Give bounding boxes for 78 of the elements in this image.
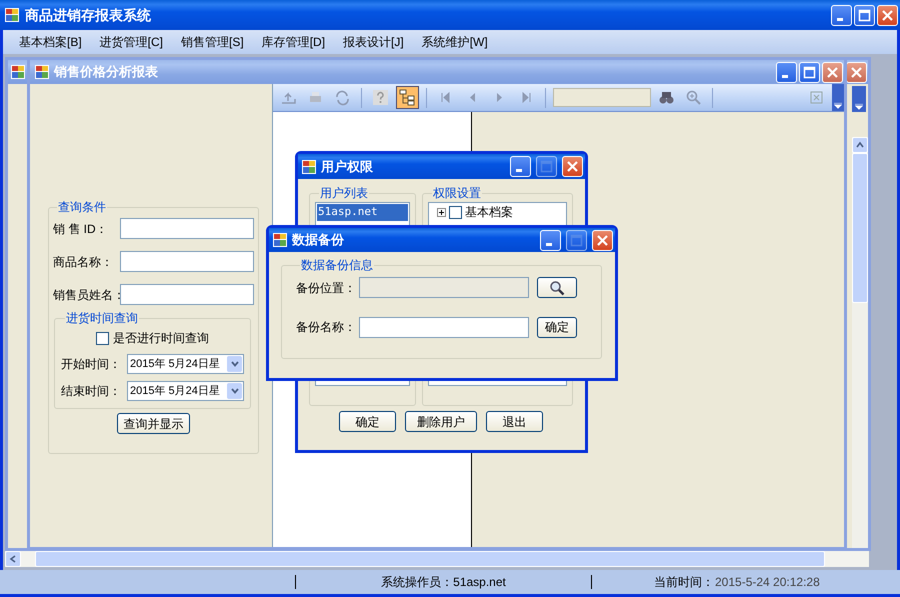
vertical-scrollbar[interactable] [852,137,868,548]
minimize-button[interactable] [831,4,852,26]
browse-button[interactable] [537,277,577,298]
text-field[interactable] [120,218,254,239]
menu-item[interactable]: 系统维护[W] [414,33,496,51]
app-icon [35,65,49,79]
field-label: 销售员姓名： [53,286,120,304]
status-time-label: 当前时间： [654,574,714,591]
push-button[interactable]: 删除用户 [405,411,477,432]
minimize-icon [546,242,552,246]
menu-item[interactable]: 库存管理[D] [254,33,334,51]
tree-icon[interactable] [396,86,419,109]
close-icon [850,66,863,78]
window-title: 用户权限 [321,158,374,176]
push-button[interactable]: 退出 [486,411,543,432]
group-title: 查询条件 [57,199,107,216]
close-button[interactable] [877,4,898,26]
group-title: 进货时间查询 [65,310,139,327]
date-picker[interactable]: 2015年 5月24日星 [127,381,244,401]
close-icon [826,66,839,78]
list-item[interactable]: 51asp.net [317,204,408,220]
minimize-icon [516,169,522,172]
window-title: 商品进销存报表系统 [25,6,152,24]
minimize-button[interactable] [540,230,561,250]
close-icon [566,160,579,173]
minimize-icon [837,18,843,20]
close-button[interactable] [562,156,583,177]
checkbox-label: 是否进行时间查询 [113,330,209,347]
field-label: 结束时间： [61,383,122,400]
field-label: 备份位置： [296,280,357,296]
menu-item[interactable]: 报表设计[J] [335,33,412,51]
close-icon [881,8,894,22]
maximize-button[interactable] [854,4,875,26]
status-operator: 系统操作员：51asp.net [381,574,506,591]
checkbox[interactable] [449,206,462,218]
group-title: 数据备份信息 [300,257,374,274]
scroll-thumb[interactable] [852,153,868,303]
group-title: 权限设置 [432,185,482,202]
field-label: 开始时间： [61,356,122,373]
close-icon [596,234,609,246]
app-icon [302,160,316,174]
app-icon [273,233,287,247]
app-icon [5,8,19,22]
window-title: 销售价格分析报表 [54,63,159,82]
menu-item[interactable]: 进货管理[C] [92,33,172,51]
close-button[interactable] [846,62,867,82]
text-field[interactable] [120,251,254,272]
close-button[interactable] [592,230,613,250]
push-button[interactable]: 确定 [537,316,577,338]
menu-item[interactable]: 基本档案[B] [11,33,90,51]
maximize-icon [858,8,871,22]
maximize-button[interactable] [566,230,587,250]
search-icon [549,280,565,296]
maximize-icon [540,160,553,173]
maximize-button[interactable] [799,62,820,82]
menu-item[interactable]: 销售管理[S] [173,33,252,51]
date-picker[interactable]: 2015年 5月24日星 [127,354,244,374]
app-icon [11,65,25,79]
window-title: 数据备份 [292,231,345,250]
maximize-icon [803,66,816,78]
status-time: 2015-5-24 20:12:28 [715,574,820,591]
tree-item[interactable]: 基本档案 [465,203,513,221]
close-button[interactable] [822,62,843,82]
plus-icon[interactable] [437,208,446,216]
text-field[interactable] [359,316,529,338]
minimize-button[interactable] [510,156,531,177]
push-button[interactable]: 确定 [339,411,396,432]
field-label: 备份名称： [296,319,357,336]
checkbox[interactable] [96,332,109,344]
group-title: 用户列表 [319,185,369,202]
maximize-button[interactable] [536,156,557,177]
field-label: 销 售 ID： [53,220,109,238]
text-field[interactable] [120,284,254,305]
maximize-icon [570,234,583,246]
minimize-button[interactable] [776,62,797,82]
push-button[interactable]: 查询并显示 [117,413,190,434]
minimize-icon [782,74,788,78]
field-label: 商品名称： [53,254,114,270]
